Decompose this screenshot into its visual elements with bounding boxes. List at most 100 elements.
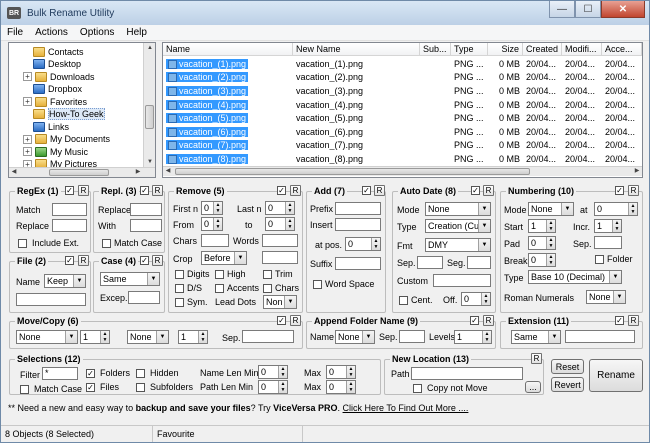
case-select[interactable]: Same ▼ xyxy=(100,272,160,286)
spinner-arrows-icon[interactable]: ▲ ▼ xyxy=(100,331,109,343)
chevron-down-icon[interactable]: ▼ xyxy=(478,220,490,232)
repl-with-input[interactable] xyxy=(130,219,162,232)
col-sub[interactable]: Sub... xyxy=(420,43,451,56)
maximize-button[interactable]: ☐ xyxy=(575,1,601,18)
tree-item[interactable]: + My Music xyxy=(23,145,88,158)
spinner-arrows-icon[interactable]: ▲ ▼ xyxy=(278,366,287,378)
table-row[interactable]: vacation_(6).png vacation_(6).png PNG ... 0… xyxy=(163,125,642,139)
file-list[interactable]: Name New Name Sub... Type Size Created M… xyxy=(162,42,643,178)
file-reset-button[interactable]: R xyxy=(78,255,89,266)
chars-input[interactable] xyxy=(201,234,229,247)
tree-item[interactable]: Desktop xyxy=(33,58,81,71)
scroll-thumb[interactable] xyxy=(145,105,154,129)
scroll-left-icon[interactable]: ◀ xyxy=(163,167,173,176)
chevron-down-icon[interactable]: ▼ xyxy=(609,271,621,283)
tree-item[interactable]: + My Documents xyxy=(23,133,110,146)
scroll-thumb[interactable] xyxy=(175,168,530,175)
path-len-spinner[interactable]: 0 ▲ ▼ xyxy=(258,380,288,394)
crop-input[interactable] xyxy=(262,251,298,264)
max2-spinner[interactable]: 0 ▲ ▼ xyxy=(326,380,356,394)
spinner-arrows-icon[interactable]: ▲ ▼ xyxy=(481,293,490,305)
browse-button[interactable]: ... xyxy=(525,381,541,393)
move-b-spinner[interactable]: 1 ▲ ▼ xyxy=(80,330,110,344)
num-type-select[interactable]: Base 10 (Decimal) ▼ xyxy=(528,270,622,284)
spinner-arrows-icon[interactable]: ▲ ▼ xyxy=(198,331,207,343)
trim-checkbox[interactable] xyxy=(263,270,272,279)
tree-item[interactable]: + Downloads xyxy=(23,70,95,83)
spinner-arrows-icon[interactable]: ▲ ▼ xyxy=(546,220,555,232)
digits-checkbox[interactable] xyxy=(175,270,184,279)
tree-horizontal-scrollbar[interactable]: ◀ ▶ xyxy=(9,167,155,177)
num-pad-spinner[interactable]: 0 ▲ ▼ xyxy=(528,236,556,250)
chevron-down-icon[interactable]: ▼ xyxy=(362,331,374,343)
repl-replace-input[interactable] xyxy=(130,203,162,216)
at-pos-spinner[interactable]: 0 ▲ ▼ xyxy=(345,237,381,251)
expand-icon[interactable]: + xyxy=(23,147,32,156)
scroll-down-icon[interactable]: ▼ xyxy=(144,157,155,167)
chevron-down-icon[interactable]: ▼ xyxy=(548,331,560,343)
rename-button[interactable]: Rename xyxy=(589,359,643,392)
move-a-select[interactable]: None ▼ xyxy=(16,330,78,344)
repl-match-case-checkbox[interactable] xyxy=(102,239,111,248)
ad-mode-select[interactable]: None ▼ xyxy=(425,202,491,216)
spinner-arrows-icon[interactable]: ▲ ▼ xyxy=(546,254,555,266)
include-ext-checkbox[interactable] xyxy=(18,239,27,248)
chars-checkbox[interactable] xyxy=(263,284,272,293)
promo-link[interactable]: Click Here To Find Out More .... xyxy=(343,403,469,413)
spinner-arrows-icon[interactable]: ▲ ▼ xyxy=(612,220,621,232)
menu-options[interactable]: Options xyxy=(74,27,120,38)
spinner-arrows-icon[interactable]: ▲ ▼ xyxy=(628,203,637,215)
table-row[interactable]: vacation_(2).png vacation_(2).png PNG ... 0… xyxy=(163,71,642,85)
spinner-arrows-icon[interactable]: ▲ ▼ xyxy=(278,381,287,393)
col-accessed[interactable]: Acce... xyxy=(602,43,642,56)
menu-actions[interactable]: Actions xyxy=(29,27,74,38)
col-modified[interactable]: Modifi... xyxy=(562,43,602,56)
folders-checkbox[interactable]: ✓ xyxy=(86,369,95,378)
menu-file[interactable]: File xyxy=(1,27,29,38)
move-copy-reset-button[interactable]: R xyxy=(290,315,301,326)
path-input[interactable] xyxy=(411,367,523,380)
regex-enable-checkbox[interactable]: ✓ xyxy=(65,186,74,195)
ad-sep-input[interactable] xyxy=(417,256,443,269)
chevron-down-icon[interactable]: ▼ xyxy=(561,203,573,215)
words-input[interactable] xyxy=(262,234,298,247)
to-spinner[interactable]: 0 ▲ ▼ xyxy=(265,217,295,231)
spinner-arrows-icon[interactable]: ▲ ▼ xyxy=(346,366,355,378)
append-enable-checkbox[interactable]: ✓ xyxy=(470,316,479,325)
spinner-arrows-icon[interactable]: ▲ ▼ xyxy=(285,202,294,214)
sel-match-case-checkbox[interactable] xyxy=(20,385,29,394)
tree-item[interactable]: + Favorites xyxy=(23,95,87,108)
spinner-arrows-icon[interactable]: ▲ ▼ xyxy=(213,218,222,230)
file-list-horizontal-scrollbar[interactable]: ◀ ▶ xyxy=(163,166,642,176)
regex-match-input[interactable] xyxy=(52,203,87,216)
scroll-right-icon[interactable]: ▶ xyxy=(133,168,143,177)
move-sep-input[interactable] xyxy=(242,330,294,343)
filter-input[interactable]: * xyxy=(42,367,78,380)
copy-not-move-checkbox[interactable] xyxy=(413,384,422,393)
regex-reset-button[interactable]: R xyxy=(78,185,89,196)
menu-help[interactable]: Help xyxy=(120,27,153,38)
numbering-reset-button[interactable]: R xyxy=(628,185,639,196)
high-checkbox[interactable] xyxy=(215,270,224,279)
add-enable-checkbox[interactable]: ✓ xyxy=(362,186,371,195)
scroll-up-icon[interactable]: ▲ xyxy=(144,43,155,53)
file-name-input[interactable] xyxy=(16,293,86,306)
ad-seg-input[interactable] xyxy=(467,256,491,269)
first-n-spinner[interactable]: 0 ▲ ▼ xyxy=(201,201,223,215)
move-d-spinner[interactable]: 1 ▲ ▼ xyxy=(178,330,208,344)
repl-enable-checkbox[interactable]: ✓ xyxy=(140,186,149,195)
append-reset-button[interactable]: R xyxy=(483,315,494,326)
case-enable-checkbox[interactable]: ✓ xyxy=(140,256,149,265)
close-button[interactable]: ✕ xyxy=(601,1,645,18)
files-checkbox[interactable]: ✓ xyxy=(86,383,95,392)
num-at-spinner[interactable]: 0 ▲ ▼ xyxy=(594,202,638,216)
folder-tree[interactable]: + My Pictures + My Music + My Documents Links H… xyxy=(8,42,156,178)
spinner-arrows-icon[interactable]: ▲ ▼ xyxy=(346,381,355,393)
chevron-down-icon[interactable]: ▼ xyxy=(147,273,159,285)
new-location-reset-button[interactable]: R xyxy=(531,353,542,364)
num-mode-select[interactable]: None ▼ xyxy=(528,202,574,216)
num-incr-spinner[interactable]: 1 ▲ ▼ xyxy=(594,219,622,233)
table-row[interactable]: vacation_(7).png vacation_(7).png PNG ... 0… xyxy=(163,139,642,153)
remove-enable-checkbox[interactable]: ✓ xyxy=(277,186,286,195)
extension-select[interactable]: Same ▼ xyxy=(511,330,561,344)
